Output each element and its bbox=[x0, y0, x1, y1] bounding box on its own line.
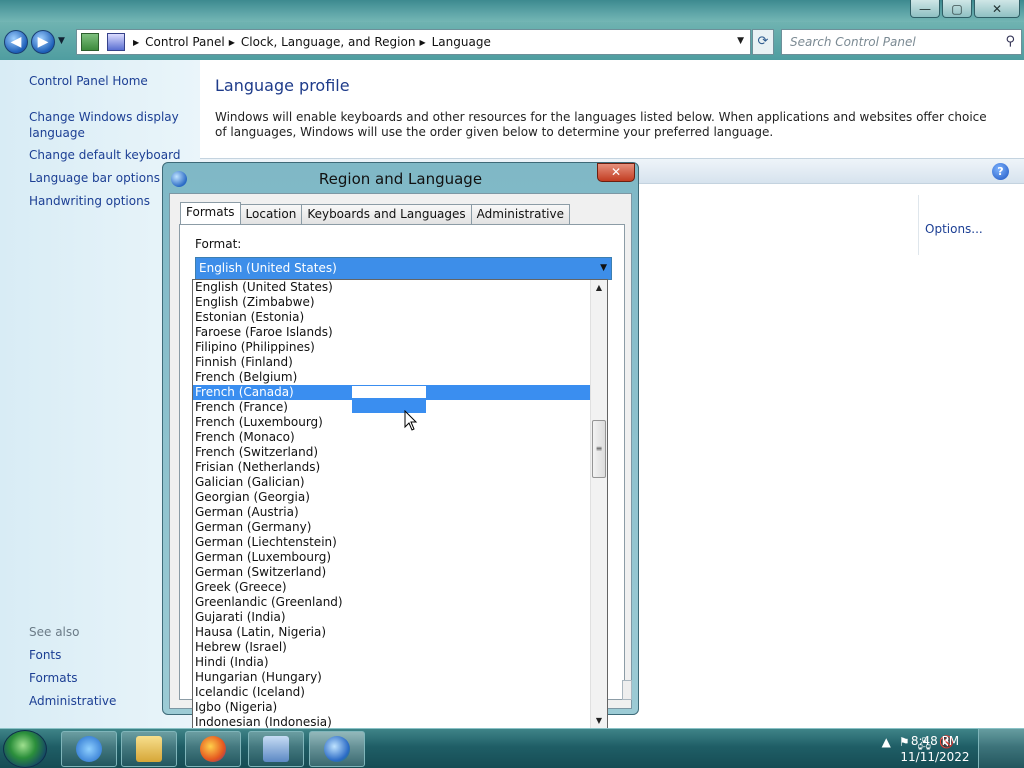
dropdown-scrollbar[interactable]: ▲ ≡ ▼ bbox=[590, 280, 607, 729]
list-item[interactable]: French (Switzerland) bbox=[193, 445, 591, 460]
breadcrumb-control-panel[interactable]: Control Panel bbox=[145, 35, 225, 49]
list-item[interactable]: Hausa (Latin, Nigeria) bbox=[193, 625, 591, 640]
breadcrumb-arrow-icon[interactable]: ▶ bbox=[229, 38, 235, 47]
scroll-up-icon[interactable]: ▲ bbox=[591, 280, 607, 296]
sidebar-item-change-display-language[interactable]: Change Windows display language bbox=[29, 109, 194, 141]
caption-buttons: — ▢ ✕ bbox=[908, 0, 1020, 18]
tab-formats[interactable]: Formats bbox=[180, 202, 241, 224]
list-item[interactable]: Greenlandic (Greenland) bbox=[193, 595, 591, 610]
address-dropdown-icon[interactable]: ▼ bbox=[737, 36, 744, 46]
list-item[interactable]: Hindi (India) bbox=[193, 655, 591, 670]
sidebar-item-change-default-keyboard[interactable]: Change default keyboard bbox=[29, 147, 194, 163]
tab-administrative[interactable]: Administrative bbox=[470, 204, 571, 224]
control-panel-icon bbox=[107, 33, 125, 51]
recent-pages-dropdown-icon[interactable]: ▼ bbox=[58, 36, 65, 46]
tab-keyboards-and-languages[interactable]: Keyboards and Languages bbox=[301, 204, 472, 224]
list-item[interactable]: German (Luxembourg) bbox=[193, 550, 591, 565]
dialog-button-edge[interactable] bbox=[622, 680, 632, 700]
page-description: Windows will enable keyboards and other … bbox=[215, 110, 987, 139]
list-item[interactable]: Hungarian (Hungary) bbox=[193, 670, 591, 685]
tab-location[interactable]: Location bbox=[239, 204, 303, 224]
firefox-icon bbox=[200, 736, 226, 762]
list-item[interactable]: Frisian (Netherlands) bbox=[193, 460, 591, 475]
list-item[interactable]: German (Switzerland) bbox=[193, 565, 591, 580]
list-item[interactable]: Faroese (Faroe Islands) bbox=[193, 325, 591, 340]
list-item[interactable]: Finnish (Finland) bbox=[193, 355, 591, 370]
search-placeholder: Search Control Panel bbox=[790, 35, 916, 49]
list-item[interactable]: German (Austria) bbox=[193, 505, 591, 520]
format-label: Format: bbox=[195, 237, 242, 251]
refresh-button[interactable]: ⟳ bbox=[752, 29, 774, 55]
breadcrumb: ▶ Control Panel ▶ Clock, Language, and R… bbox=[129, 35, 491, 49]
title-bar: — ▢ ✕ bbox=[0, 0, 1024, 22]
list-item[interactable]: French (Belgium) bbox=[193, 370, 591, 385]
taskbar-control-panel[interactable] bbox=[248, 731, 304, 767]
clock[interactable]: 8:48 PM 11/11/2022 bbox=[900, 733, 970, 765]
format-select-value: English (United States) bbox=[199, 261, 337, 275]
globe-clock-icon bbox=[324, 736, 350, 762]
list-item[interactable]: Igbo (Nigeria) bbox=[193, 700, 591, 715]
maximize-button[interactable]: ▢ bbox=[942, 0, 972, 18]
search-input[interactable]: Search Control Panel ⚲ bbox=[781, 29, 1022, 55]
list-item[interactable]: Gujarati (India) bbox=[193, 610, 591, 625]
list-item[interactable]: French (Luxembourg) bbox=[193, 415, 591, 430]
breadcrumb-arrow-icon[interactable]: ▶ bbox=[419, 38, 425, 47]
list-item[interactable]: Georgian (Georgia) bbox=[193, 490, 591, 505]
format-dropdown-list[interactable]: English (United States) English (Zimbabwe… bbox=[192, 279, 608, 730]
clock-time: 8:48 PM bbox=[910, 734, 960, 748]
taskbar-file-explorer[interactable] bbox=[121, 731, 177, 767]
options-link[interactable]: Options... bbox=[925, 222, 983, 236]
page-title: Language profile bbox=[215, 76, 350, 95]
folder-up-icon[interactable] bbox=[81, 33, 99, 51]
dialog-close-button[interactable]: ✕ bbox=[597, 163, 635, 182]
user-icon[interactable] bbox=[978, 729, 1024, 768]
close-button[interactable]: ✕ bbox=[974, 0, 1020, 18]
minimize-button[interactable]: — bbox=[910, 0, 940, 18]
taskbar: ▲ ⚑ 🖧 🔇 8:48 PM 11/11/2022 bbox=[0, 728, 1024, 768]
see-also-heading: See also bbox=[29, 625, 80, 639]
control-panel-icon bbox=[263, 736, 289, 762]
address-bar[interactable]: ▶ Control Panel ▶ Clock, Language, and R… bbox=[76, 29, 751, 55]
breadcrumb-language[interactable]: Language bbox=[432, 35, 491, 49]
scroll-down-icon[interactable]: ▼ bbox=[591, 713, 607, 729]
back-button[interactable]: ◀ bbox=[4, 30, 28, 54]
internet-explorer-icon bbox=[76, 736, 102, 762]
list-item[interactable]: German (Germany) bbox=[193, 520, 591, 535]
forward-button[interactable]: ▶ bbox=[31, 30, 55, 54]
hover-highlight-top bbox=[352, 386, 426, 398]
show-hidden-icons-icon[interactable]: ▲ bbox=[882, 735, 891, 756]
list-item[interactable]: German (Liechtenstein) bbox=[193, 535, 591, 550]
list-item[interactable]: French (Monaco) bbox=[193, 430, 591, 445]
list-item[interactable]: English (United States) bbox=[193, 280, 591, 295]
format-select[interactable]: English (United States) ▼ bbox=[195, 257, 612, 280]
list-item[interactable]: English (Zimbabwe) bbox=[193, 295, 591, 310]
list-item[interactable]: Greek (Greece) bbox=[193, 580, 591, 595]
dialog-title: Region and Language bbox=[318, 170, 483, 188]
mouse-cursor-icon bbox=[404, 410, 418, 431]
start-button[interactable] bbox=[3, 730, 47, 768]
navigation-bar: ◀ ▶ ▼ ▶ Control Panel ▶ Clock, Language,… bbox=[0, 22, 1024, 60]
help-icon[interactable]: ? bbox=[992, 163, 1009, 180]
scrollbar-thumb[interactable]: ≡ bbox=[592, 420, 606, 478]
search-icon[interactable]: ⚲ bbox=[1005, 34, 1015, 49]
taskbar-firefox[interactable] bbox=[185, 731, 241, 767]
taskbar-internet-explorer[interactable] bbox=[61, 731, 117, 767]
sidebar-item-control-panel-home[interactable]: Control Panel Home bbox=[29, 73, 194, 89]
divider bbox=[918, 195, 919, 255]
breadcrumb-clock-language-region[interactable]: Clock, Language, and Region bbox=[241, 35, 416, 49]
list-item[interactable]: Hebrew (Israel) bbox=[193, 640, 591, 655]
folder-icon bbox=[136, 736, 162, 762]
list-item[interactable]: Estonian (Estonia) bbox=[193, 310, 591, 325]
chevron-down-icon[interactable]: ▼ bbox=[600, 258, 607, 279]
list-item[interactable]: Filipino (Philippines) bbox=[193, 340, 591, 355]
list-item[interactable]: Galician (Galician) bbox=[193, 475, 591, 490]
taskbar-region-language[interactable] bbox=[309, 731, 365, 767]
tab-strip: Formats Location Keyboards and Languages… bbox=[180, 202, 571, 224]
breadcrumb-arrow-icon[interactable]: ▶ bbox=[133, 38, 139, 47]
list-item[interactable]: Icelandic (Iceland) bbox=[193, 685, 591, 700]
clock-date: 11/11/2022 bbox=[900, 750, 970, 764]
